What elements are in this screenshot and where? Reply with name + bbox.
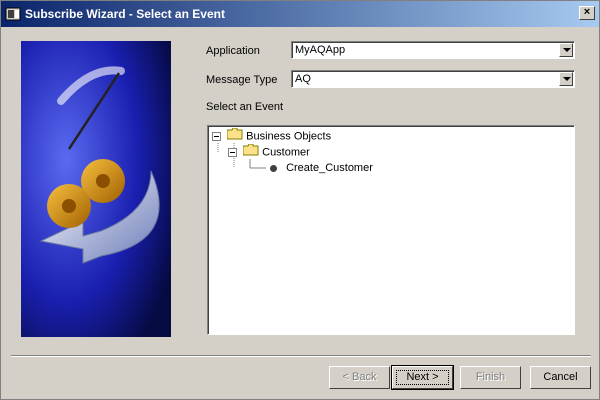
separator — [11, 355, 591, 357]
collapse-icon[interactable] — [228, 148, 237, 157]
next-button[interactable]: Next > — [391, 365, 454, 390]
focus-rect — [396, 370, 449, 385]
event-tree[interactable]: Business Objects Customer Create_Custome… — [207, 125, 575, 335]
message-type-value: AQ — [295, 73, 311, 85]
wizard-graphic — [21, 41, 171, 337]
folder-icon — [242, 143, 259, 161]
finish-button[interactable]: Finish — [460, 366, 521, 389]
application-value: MyAQApp — [295, 44, 346, 56]
chevron-down-icon — [563, 77, 571, 81]
title-bar: Subscribe Wizard - Select an Event × — [1, 1, 599, 27]
application-combo[interactable]: MyAQApp — [291, 41, 575, 59]
tree-node-customer[interactable]: Customer — [228, 143, 310, 161]
collapse-icon[interactable] — [212, 132, 221, 141]
close-button[interactable]: × — [579, 6, 595, 20]
tree-label: Create_Customer — [286, 162, 373, 174]
folder-icon — [226, 127, 243, 145]
wizard-window: Subscribe Wizard - Select an Event × App… — [0, 0, 600, 400]
message-type-combo[interactable]: AQ — [291, 70, 575, 88]
back-button[interactable]: < Back — [329, 366, 390, 389]
tree-node-create-customer[interactable]: Create_Customer — [270, 160, 373, 176]
tree-label: Customer — [262, 146, 310, 159]
application-label: Application — [206, 45, 260, 57]
select-event-label: Select an Event — [206, 101, 284, 113]
message-type-label: Message Type — [206, 74, 278, 86]
cancel-button[interactable]: Cancel — [530, 366, 591, 389]
chevron-down-icon — [563, 48, 571, 52]
close-icon: × — [583, 6, 591, 18]
tree-label: Business Objects — [246, 130, 332, 143]
tree-node-business-objects[interactable]: Business Objects — [212, 127, 332, 145]
application-dropdown-button[interactable] — [559, 43, 573, 57]
window-title: Subscribe Wizard - Select an Event — [25, 7, 225, 21]
app-icon — [5, 6, 21, 22]
event-icon — [270, 164, 277, 172]
message-type-dropdown-button[interactable] — [559, 72, 573, 86]
